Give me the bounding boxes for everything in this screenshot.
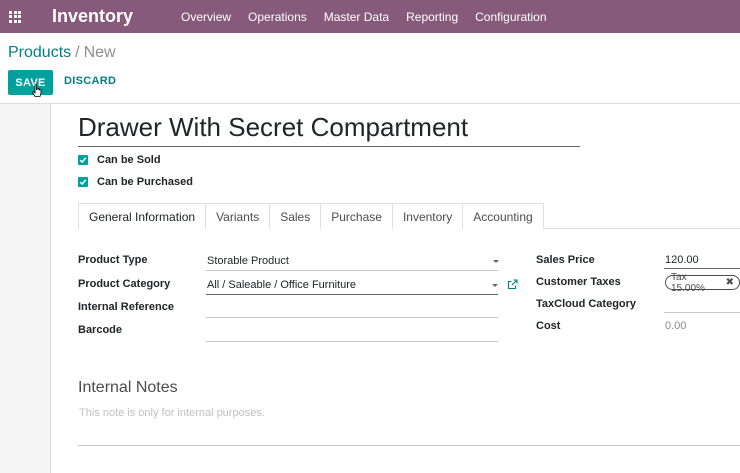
tax-tag-remove-icon[interactable]: ✖ xyxy=(726,277,734,288)
product-category-underline xyxy=(206,294,498,295)
app-brand[interactable]: Inventory xyxy=(52,6,133,27)
save-button[interactable]: SAVE xyxy=(8,70,53,95)
can-be-sold-row: Can be Sold xyxy=(78,154,161,166)
sales-price-underline xyxy=(664,268,740,269)
product-type-underline xyxy=(206,270,498,271)
internal-notes-underline xyxy=(78,445,740,446)
barcode-label: Barcode xyxy=(78,324,123,336)
breadcrumb: Products / New xyxy=(8,44,116,62)
tab-general-information[interactable]: General Information xyxy=(78,203,207,230)
cost-label: Cost xyxy=(536,320,561,332)
internal-notes-heading: Internal Notes xyxy=(78,379,178,396)
checkmark-icon xyxy=(79,157,87,164)
sales-price-input[interactable]: 120.00 xyxy=(665,254,699,266)
breadcrumb-current: New xyxy=(83,44,116,61)
discard-button[interactable]: DISCARD xyxy=(64,75,116,87)
product-type-label: Product Type xyxy=(78,254,148,266)
product-type-select[interactable]: Storable Product xyxy=(207,255,289,267)
tab-accounting[interactable]: Accounting xyxy=(462,203,544,229)
external-link-icon[interactable] xyxy=(507,279,518,290)
tab-sales[interactable]: Sales xyxy=(269,203,322,229)
menu-overview[interactable]: Overview xyxy=(181,10,231,24)
product-name-underline xyxy=(78,146,580,147)
breadcrumb-separator: / xyxy=(75,44,80,61)
tab-inventory[interactable]: Inventory xyxy=(391,203,464,229)
can-be-purchased-label: Can be Purchased xyxy=(97,176,193,188)
menu-operations[interactable]: Operations xyxy=(248,10,307,24)
sales-price-label: Sales Price xyxy=(536,254,595,266)
can-be-purchased-row: Can be Purchased xyxy=(78,176,193,188)
can-be-sold-checkbox[interactable] xyxy=(78,155,88,165)
menu-reporting[interactable]: Reporting xyxy=(406,10,458,24)
checkmark-icon xyxy=(79,179,87,186)
can-be-sold-label: Can be Sold xyxy=(97,154,161,166)
product-category-chevron-down-icon[interactable] xyxy=(492,284,498,287)
product-category-select[interactable]: All / Saleable / Office Furniture xyxy=(207,279,356,291)
notebook-tabs: General Information Variants Sales Purch… xyxy=(78,203,544,230)
product-name-field[interactable]: Drawer With Secret Compartment xyxy=(78,112,468,143)
internal-reference-label: Internal Reference xyxy=(78,301,174,313)
tab-variants[interactable]: Variants xyxy=(205,203,271,229)
apps-menu-icon[interactable] xyxy=(0,0,30,33)
cost-value: 0.00 xyxy=(665,320,687,332)
tax-tag-badge: Tax 15.00% ✖ xyxy=(665,272,740,294)
menu-master-data[interactable]: Master Data xyxy=(324,10,389,24)
barcode-input[interactable] xyxy=(206,341,498,342)
internal-notes-textarea[interactable]: This note is only for internal purposes. xyxy=(79,407,265,419)
customer-taxes-label: Customer Taxes xyxy=(536,276,621,288)
internal-reference-input[interactable] xyxy=(206,317,498,318)
top-navbar: Inventory Overview Operations Master Dat… xyxy=(0,0,740,33)
product-category-label: Product Category xyxy=(78,278,171,290)
taxcloud-category-input[interactable] xyxy=(664,312,740,313)
tab-purchase[interactable]: Purchase xyxy=(320,203,393,229)
can-be-purchased-checkbox[interactable] xyxy=(78,177,88,187)
tax-tag-label: Tax 15.00% xyxy=(671,271,705,294)
product-type-chevron-down-icon[interactable] xyxy=(493,260,499,263)
mouse-pointer-icon xyxy=(32,84,42,97)
menu-configuration[interactable]: Configuration xyxy=(475,10,546,24)
breadcrumb-products-link[interactable]: Products xyxy=(8,44,71,61)
taxcloud-category-label: TaxCloud Category xyxy=(536,298,637,310)
